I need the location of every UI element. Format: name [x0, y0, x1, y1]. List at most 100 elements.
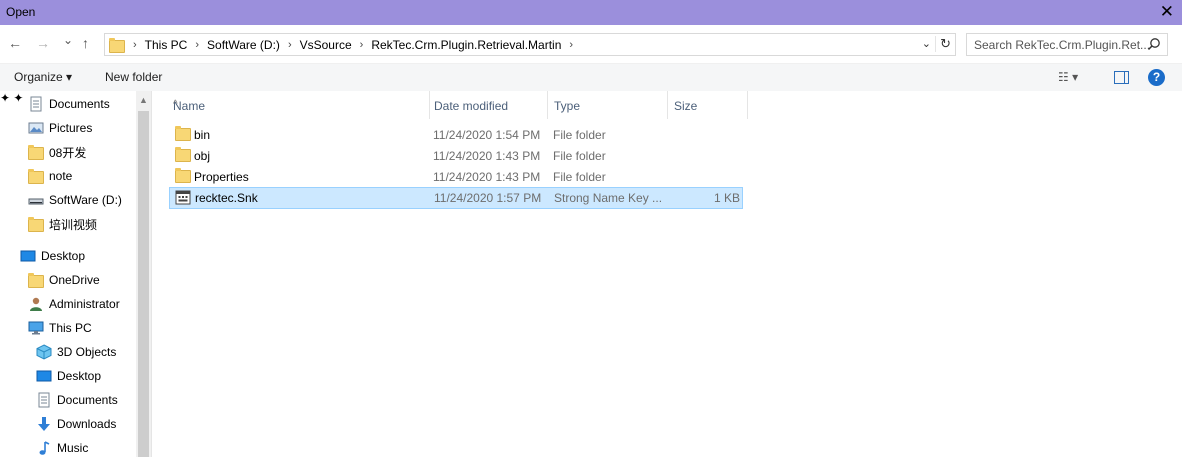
- sidebar-item-desktop[interactable]: Desktop: [36, 365, 101, 387]
- forward-icon[interactable]: →: [36, 35, 50, 51]
- sidebar-item-label: 培训视频: [49, 217, 98, 232]
- sidebar-item-music[interactable]: Music: [36, 437, 88, 459]
- sidebar-item-note[interactable]: note: [28, 165, 72, 187]
- pictures-icon: [28, 120, 44, 136]
- recent-locations-icon[interactable]: ⌄: [63, 32, 73, 48]
- sidebar-item-label: 08开发: [49, 145, 87, 160]
- documents-icon: [36, 392, 52, 408]
- file-row[interactable]: bin 11/24/2020 1:54 PM File folder: [169, 124, 743, 145]
- title-bar: Open ✕: [0, 0, 1182, 25]
- help-icon[interactable]: ?: [1148, 69, 1165, 86]
- snk-file-icon: [175, 190, 191, 205]
- file-date: 11/24/2020 1:43 PM: [433, 170, 541, 184]
- change-view-icon[interactable]: ☷ ▾: [1058, 70, 1078, 84]
- column-header-date[interactable]: Date modified: [428, 91, 548, 119]
- sidebar-item-documents-pinned[interactable]: Documents: [28, 93, 110, 115]
- address-bar[interactable]: › This PC › SoftWare (D:) › VsSource › R…: [104, 33, 956, 56]
- back-icon[interactable]: ←: [8, 35, 22, 51]
- sidebar-item-peixun-shipin[interactable]: 培训视频: [28, 213, 97, 235]
- navigation-pane: Documents ✦ Pictures ✦ 08开发 note SoftWar…: [0, 91, 151, 457]
- sidebar-item-label: Music: [57, 441, 89, 455]
- file-name: obj: [194, 149, 211, 163]
- breadcrumb-separator[interactable]: ›: [565, 39, 577, 51]
- breadcrumb-current-folder[interactable]: RekTec.Crm.Plugin.Retrieval.Martin: [367, 38, 565, 52]
- search-icon: [1147, 38, 1160, 51]
- column-header-name[interactable]: Name ^: [167, 91, 430, 119]
- drive-icon: [28, 192, 44, 208]
- file-date: 11/24/2020 1:57 PM: [434, 191, 542, 205]
- sidebar-scrollbar[interactable]: ▲: [136, 91, 151, 457]
- close-icon[interactable]: ✕: [1160, 2, 1174, 22]
- scroll-up-icon[interactable]: ▲: [139, 95, 148, 105]
- pin-icon[interactable]: ✦: [0, 91, 10, 105]
- documents-icon: [28, 96, 44, 112]
- file-row[interactable]: obj 11/24/2020 1:43 PM File folder: [169, 145, 743, 166]
- breadcrumb-separator[interactable]: ›: [356, 39, 368, 51]
- organize-button[interactable]: Organize ▾: [14, 70, 72, 84]
- file-type: Strong Name Key ...: [554, 191, 663, 205]
- column-header-type[interactable]: Type: [548, 91, 668, 119]
- sidebar-item-label: Documents: [49, 97, 110, 111]
- file-type: File folder: [553, 170, 606, 184]
- folder-icon: [28, 144, 44, 160]
- window-title: Open: [6, 5, 36, 19]
- sidebar-item-label: Desktop: [41, 249, 86, 263]
- search-input[interactable]: Search RekTec.Crm.Plugin.Ret...: [966, 33, 1168, 56]
- breadcrumb-this-pc[interactable]: This PC: [141, 38, 192, 52]
- column-header-label: Size: [674, 99, 698, 113]
- command-bar: Organize ▾ New folder ☷ ▾ ?: [0, 63, 1182, 92]
- music-icon: [36, 440, 52, 456]
- folder-icon: [28, 168, 44, 184]
- sidebar-item-software-d[interactable]: SoftWare (D:): [28, 189, 122, 211]
- column-header-label: Type: [554, 99, 581, 113]
- 3d-objects-icon: [36, 344, 52, 360]
- breadcrumb-vssource[interactable]: VsSource: [296, 38, 356, 52]
- column-header-size[interactable]: Size: [668, 91, 748, 119]
- sort-ascending-icon: ^: [173, 99, 178, 110]
- breadcrumb-separator[interactable]: ›: [191, 39, 203, 51]
- folder-icon: [28, 216, 44, 232]
- breadcrumb-software-d[interactable]: SoftWare (D:): [203, 38, 284, 52]
- file-name: recktec.Snk: [195, 191, 258, 205]
- sidebar-item-onedrive[interactable]: OneDrive: [28, 269, 100, 291]
- sidebar-item-3d-objects[interactable]: 3D Objects: [36, 341, 116, 363]
- column-header-label: Date modified: [434, 99, 509, 113]
- new-folder-button[interactable]: New folder: [105, 70, 162, 84]
- refresh-icon[interactable]: ↻: [935, 36, 951, 52]
- sidebar-item-documents[interactable]: Documents: [36, 389, 118, 411]
- sidebar-item-label: Downloads: [57, 417, 117, 431]
- sidebar-item-this-pc[interactable]: This PC: [28, 317, 92, 339]
- pin-icon[interactable]: ✦: [13, 91, 23, 105]
- breadcrumb-separator[interactable]: ›: [129, 39, 141, 51]
- up-icon[interactable]: ↑: [82, 35, 89, 51]
- folder-icon: [109, 37, 125, 53]
- sidebar-item-desktop-root[interactable]: Desktop: [20, 245, 85, 267]
- scrollbar-thumb[interactable]: [138, 111, 149, 457]
- sidebar-item-label: note: [49, 169, 73, 183]
- file-name: bin: [194, 128, 211, 142]
- sidebar-item-pictures-pinned[interactable]: Pictures: [28, 117, 92, 139]
- folder-icon: [175, 147, 191, 162]
- file-row-selected[interactable]: recktec.Snk 11/24/2020 1:57 PM Strong Na…: [169, 187, 743, 209]
- file-size: 1 KB: [713, 191, 740, 205]
- desktop-icon: [36, 368, 52, 384]
- address-dropdown-icon[interactable]: ⌄: [922, 37, 931, 50]
- sidebar-item-label: Desktop: [57, 369, 102, 383]
- sidebar-item-downloads[interactable]: Downloads: [36, 413, 116, 435]
- desktop-icon: [20, 248, 36, 264]
- sidebar-item-label: OneDrive: [49, 273, 100, 287]
- sidebar-item-label: Documents: [57, 393, 118, 407]
- breadcrumb-separator[interactable]: ›: [284, 39, 296, 51]
- navigation-bar: ← → ⌄ ↑ › This PC › SoftWare (D:) › VsSo…: [0, 25, 1182, 63]
- folder-icon: [175, 126, 191, 141]
- sidebar-item-08kaifa[interactable]: 08开发: [28, 141, 86, 163]
- pc-icon: [28, 320, 44, 336]
- sidebar-item-label: Pictures: [49, 121, 93, 135]
- sidebar-item-administrator[interactable]: Administrator: [28, 293, 120, 315]
- sidebar-item-label: SoftWare (D:): [49, 193, 122, 207]
- downloads-icon: [36, 416, 52, 432]
- preview-pane-icon[interactable]: [1114, 71, 1129, 84]
- file-list: Name ^ Date modified Type Size bin 11/24…: [152, 91, 1182, 457]
- folder-icon: [28, 272, 44, 288]
- file-row[interactable]: Properties 11/24/2020 1:43 PM File folde…: [169, 166, 743, 187]
